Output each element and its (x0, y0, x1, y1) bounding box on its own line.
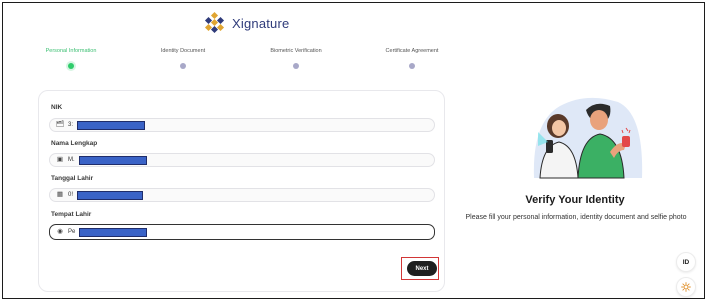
step-dot (180, 63, 186, 69)
step-label: Certificate Agreement (385, 48, 439, 54)
tanggal-lahir-label: Tanggal Lahir (51, 175, 94, 182)
brand-logo: Xignature (204, 11, 290, 34)
calendar-icon: ▦ (56, 190, 64, 198)
redaction-block (79, 227, 148, 237)
next-button[interactable]: Next (407, 261, 437, 276)
redaction-block (77, 120, 146, 130)
step-dot (409, 63, 415, 69)
verify-title: Verify Your Identity (525, 194, 625, 206)
identity-verification-illustration (533, 97, 643, 179)
logo-mark-icon (204, 11, 226, 34)
tanggal-lahir-field[interactable]: ▦ 0! (49, 188, 435, 202)
tempat-lahir-value: Pe (68, 229, 76, 235)
nama-lengkap-field[interactable]: ▣ M. (49, 153, 435, 167)
tempat-lahir-label: Tempat Lahir (51, 211, 92, 218)
step-label: Identity Document (160, 48, 206, 54)
redaction-block (78, 155, 147, 165)
sun-icon (681, 282, 691, 292)
step-dot (293, 63, 299, 69)
step-certificate-agreement: Certificate Agreement (352, 48, 472, 69)
personal-info-form: NIK 🗂︎ 3: Nama Lengkap ▣ M. Tanggal Lahi… (38, 90, 445, 292)
person-icon: ▣ (56, 155, 64, 163)
step-identity-document: Identity Document (123, 48, 243, 69)
theme-toggle-button[interactable] (676, 277, 696, 297)
tanggal-lahir-value: 0! (68, 192, 74, 198)
language-toggle-button[interactable]: ID (676, 252, 696, 272)
nik-value: 3: (68, 122, 74, 128)
step-biometric-verification: Biometric Verification (236, 48, 356, 69)
step-label: Personal Information (45, 48, 97, 54)
id-card-icon: 🗂︎ (56, 120, 65, 128)
tempat-lahir-field[interactable]: ◉ Pe (49, 224, 435, 240)
progress-stepper: Personal Information Identity Document B… (0, 48, 470, 74)
brand-name: Xignature (232, 15, 290, 31)
step-personal-information: Personal Information (11, 48, 131, 69)
step-dot-active (68, 63, 74, 69)
step-label: Biometric Verification (270, 48, 322, 54)
nik-field[interactable]: 🗂︎ 3: (49, 118, 435, 132)
nama-lengkap-label: Nama Lengkap (51, 140, 98, 147)
location-pin-icon: ◉ (57, 227, 63, 235)
verify-description: Please fill your personal information, i… (465, 214, 687, 221)
nik-label: NIK (51, 104, 63, 111)
nama-lengkap-value: M. (68, 157, 75, 163)
redaction-block (77, 190, 144, 200)
